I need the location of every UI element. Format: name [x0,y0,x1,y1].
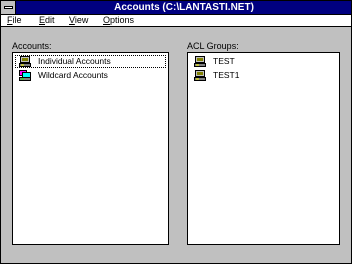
list-item-label: TEST [213,56,235,66]
window-title: Accounts (C:\LANTASTI.NET) [114,2,254,13]
menu-options[interactable]: Options [103,15,134,26]
system-menu-button[interactable] [1,1,16,14]
accounts-window: Accounts (C:\LANTASTI.NET) File Edit Vie… [0,0,352,264]
menu-edit[interactable]: Edit [39,15,55,26]
title-bar[interactable]: Accounts (C:\LANTASTI.NET) [1,1,351,15]
wildcard-accounts-icon [19,70,31,81]
acl-group-icon [194,70,206,81]
list-item-label: Individual Accounts [38,56,111,66]
menu-bar: File Edit View Options [1,15,351,27]
list-item-acl-test1[interactable]: TEST1 [190,69,337,82]
list-item-wildcard-accounts[interactable]: Wildcard Accounts [15,69,166,82]
acl-group-icon [194,56,206,67]
menu-view[interactable]: View [69,15,88,26]
acl-groups-list[interactable]: TEST TEST1 [187,52,340,245]
individual-accounts-icon [19,56,31,67]
accounts-list[interactable]: Individual Accounts Wildcard Accounts [12,52,169,245]
accounts-label: Accounts: [12,41,52,51]
acl-groups-label: ACL Groups: [187,41,239,51]
menu-file[interactable]: File [7,15,22,26]
list-item-individual-accounts[interactable]: Individual Accounts [15,55,166,68]
list-item-label: Wildcard Accounts [38,70,108,80]
list-item-acl-test[interactable]: TEST [190,55,337,68]
system-menu-icon [4,6,13,9]
list-item-label: TEST1 [213,70,240,80]
